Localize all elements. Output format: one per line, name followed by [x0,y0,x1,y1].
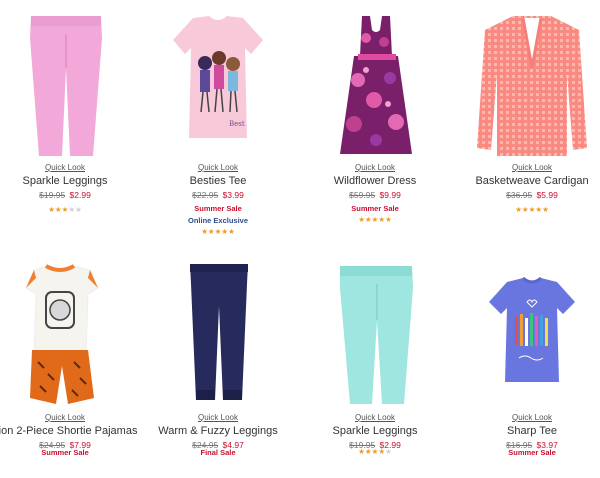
product-image[interactable] [457,258,600,408]
sale-price: $3.99 [222,190,244,200]
product-image[interactable]: Best [143,8,293,158]
product-card[interactable]: Quick Look Warm & Fuzzy Leggings $24.95 … [143,250,293,478]
sale-price: $2.99 [69,190,91,200]
final-sale-badge: Final Sale [200,448,236,457]
price: $36.95 $5.99 [457,190,600,200]
product-card[interactable]: Quick Look Sparkle Leggings $19.95 $2.99… [0,0,140,228]
quick-look-link[interactable]: Quick Look [143,163,293,172]
price: $59.95 $9.99 [300,190,450,200]
quick-look-link[interactable]: Quick Look [0,413,140,422]
original-price: $59.95 [349,190,376,200]
star-rating: ★★★★★ [201,227,235,236]
product-image[interactable] [143,258,293,408]
original-price: $19.95 [39,190,66,200]
product-card[interactable]: Quick Look Basketweave Cardigan $36.95 $… [457,0,600,228]
product-name[interactable]: Sparkle Leggings [0,175,140,187]
product-name[interactable]: Sharp Tee [457,425,600,437]
product-card[interactable]: Quick Look Lion 2-Piece Shortie Pajamas … [0,250,140,478]
product-image[interactable] [0,8,140,158]
product-name[interactable]: Sparkle Leggings [300,425,450,437]
product-card[interactable]: Best Quick Look Besties Tee $22.95 $3.99… [143,0,293,236]
sale-badge: Summer Sale [351,204,399,213]
product-name[interactable]: Besties Tee [143,175,293,187]
product-card[interactable]: Quick Look Sharp Tee $16.95 $3.97 Summer… [457,250,600,478]
price: $22.95 $3.99 [143,190,293,200]
product-image[interactable] [0,258,140,408]
product-name[interactable]: Wildflower Dress [300,175,450,187]
product-image[interactable] [457,8,600,158]
online-exclusive-badge: Online Exclusive [187,216,249,225]
star-rating: ★★★★★ [515,205,549,214]
product-grid: Quick Look Sparkle Leggings $19.95 $2.99… [0,0,600,457]
sale-price: $9.99 [379,190,401,200]
product-name[interactable]: Basketweave Cardigan [457,175,600,187]
svg-text:Best: Best [229,120,245,128]
original-price: $36.95 [506,190,533,200]
product-image[interactable] [300,8,450,158]
sale-badge: Summer Sale [508,448,556,457]
quick-look-link[interactable]: Quick Look [300,163,450,172]
quick-look-link[interactable]: Quick Look [457,413,600,422]
sale-badge: Summer Sale [194,204,242,213]
quick-look-link[interactable]: Quick Look [300,413,450,422]
price: $19.95 $2.99 [0,190,140,200]
quick-look-link[interactable]: Quick Look [457,163,600,172]
product-card[interactable]: Quick Look Sparkle Leggings $19.95 $2.99… [300,250,450,478]
product-card[interactable]: Quick Look Wildflower Dress $59.95 $9.99… [300,0,450,228]
original-price: $22.95 [192,190,219,200]
quick-look-link[interactable]: Quick Look [143,413,293,422]
star-rating: ★★★★★ [48,205,82,214]
product-name[interactable]: Lion 2-Piece Shortie Pajamas [0,425,140,437]
quick-look-link[interactable]: Quick Look [0,163,140,172]
product-name[interactable]: Warm & Fuzzy Leggings [143,425,293,437]
star-rating: ★★★★★ [358,215,392,224]
sale-badge: Summer Sale [41,448,89,457]
sale-price: $5.99 [536,190,558,200]
product-image[interactable] [300,258,450,408]
